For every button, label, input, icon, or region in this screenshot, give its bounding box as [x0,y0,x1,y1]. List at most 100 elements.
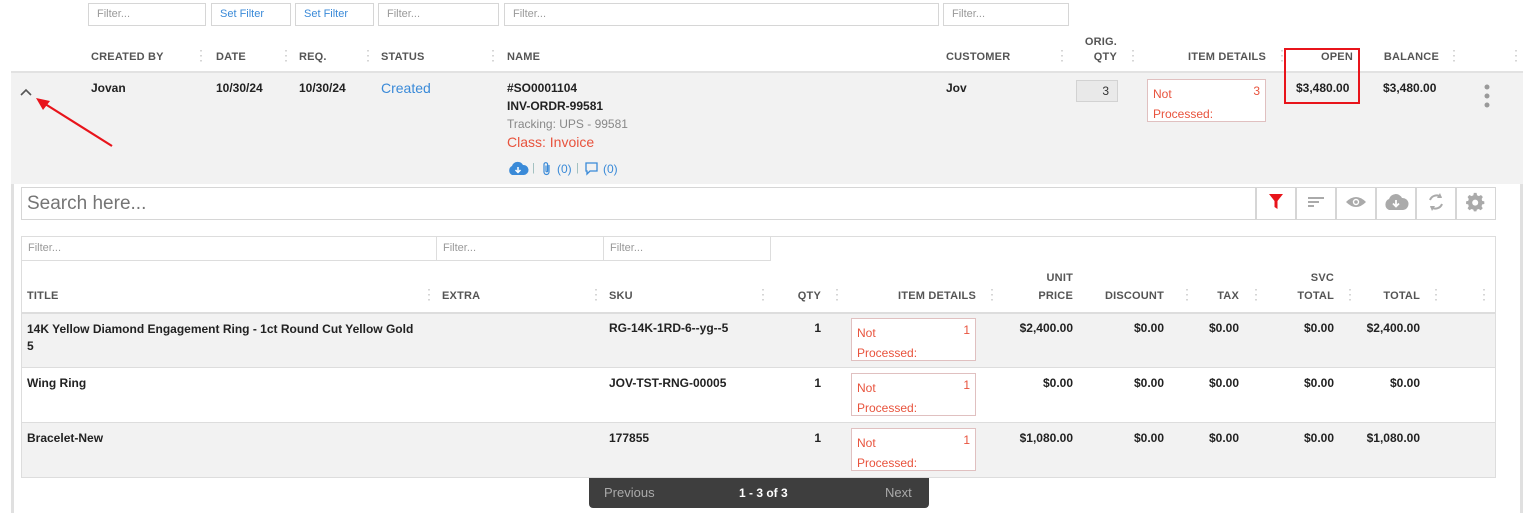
more-vertical-icon[interactable] [1482,83,1492,112]
filter-date[interactable]: Set Filter [211,3,291,26]
refresh-button[interactable] [1416,187,1456,220]
view-button[interactable] [1336,187,1376,220]
header-name[interactable]: NAME [507,51,540,63]
row-unit-price: $2,400.00 [1019,321,1073,335]
filter-name[interactable]: Filter... [504,3,939,26]
previous-button[interactable]: Previous [604,485,655,500]
column-resize-handle[interactable] [194,48,197,62]
header-svc-total-line2[interactable]: TOTAL [1280,290,1334,302]
item-details-count: 1 [963,433,970,447]
column-resize-handle[interactable] [422,287,425,301]
filter-status[interactable]: Filter... [378,3,499,26]
refresh-icon [1427,192,1445,215]
column-resize-handle[interactable] [1429,287,1432,301]
row-item-details[interactable]: Not Processed: 1 [851,373,976,416]
row-svc-total: $0.00 [1303,321,1334,335]
row-unit-price: $0.00 [1042,376,1073,390]
column-resize-handle[interactable] [1126,48,1129,62]
chevron-up-icon[interactable] [19,86,33,100]
header-item-details[interactable]: ITEM DETAILS [1180,51,1266,63]
row-title: Bracelet-New [27,431,104,445]
header-item-details[interactable]: ITEM DETAILS [880,290,976,302]
filter-button[interactable] [1256,187,1296,220]
header-orig-qty-line1[interactable]: ORIG. [1080,36,1117,48]
filter-title[interactable]: Filter... [22,237,437,261]
column-resize-handle[interactable] [486,48,489,62]
row-tax: $0.00 [1208,431,1239,445]
column-resize-handle[interactable] [361,48,364,62]
header-req[interactable]: REQ. [299,51,327,63]
header-status[interactable]: STATUS [381,51,425,63]
search-input[interactable] [21,187,1256,220]
header-customer[interactable]: CUSTOMER [946,51,1010,63]
header-unit-price-line1[interactable]: UNIT [1020,272,1073,284]
header-unit-price-line2[interactable]: PRICE [1020,290,1073,302]
header-balance[interactable]: BALANCE [1370,51,1439,63]
order-created-by: Jovan [91,81,126,95]
row-item-details[interactable]: Not Processed: 1 [851,428,976,471]
header-qty[interactable]: QTY [780,290,821,302]
filter-created-by[interactable]: Filter... [88,3,206,26]
column-resize-handle[interactable] [830,287,833,301]
attachments-count[interactable]: (0) [557,162,572,176]
red-arrow-annotation [34,96,116,153]
order-status[interactable]: Created [381,80,431,96]
column-resize-handle[interactable] [1249,287,1252,301]
column-resize-handle[interactable] [1447,48,1450,62]
column-resize-handle[interactable] [1509,48,1512,62]
comments-count[interactable]: (0) [603,162,618,176]
column-resize-handle[interactable] [1477,287,1480,301]
filter-req[interactable]: Set Filter [295,3,374,26]
column-resize-handle[interactable] [589,287,592,301]
column-resize-handle[interactable] [1343,287,1346,301]
header-orig-qty-line2[interactable]: QTY [1080,51,1117,63]
column-resize-handle[interactable] [1180,287,1183,301]
row-item-details[interactable]: Not Processed: 1 [851,318,976,361]
row-qty: 1 [814,431,821,445]
order-customer: Jov [946,81,967,95]
column-resize-handle[interactable] [985,287,988,301]
header-total[interactable]: TOTAL [1370,290,1420,302]
eye-icon [1345,195,1367,212]
item-details-count: 1 [963,323,970,337]
column-resize-handle[interactable] [1055,48,1058,62]
header-svc-total-line1[interactable]: SVC [1280,272,1334,284]
row-unit-price: $1,080.00 [1019,431,1073,445]
comment-icon[interactable] [584,161,599,179]
header-sku[interactable]: SKU [609,290,633,302]
open-highlight-annotation [1284,48,1360,104]
settings-button[interactable] [1456,187,1496,220]
row-title: Wing Ring [27,376,87,390]
order-tracking: Tracking: UPS - 99581 [507,117,628,131]
order-inv-number: INV-ORDR-99581 [507,99,604,113]
order-item-details[interactable]: Not Processed: 3 [1147,79,1266,122]
row-total: $2,400.00 [1366,321,1420,335]
header-tax[interactable]: TAX [1200,290,1239,302]
sort-icon [1307,195,1325,212]
column-resize-handle[interactable] [1275,48,1278,62]
filter-sku[interactable]: Filter... [604,237,771,261]
header-created-by[interactable]: CREATED BY [91,51,164,63]
item-details-count: 3 [1253,84,1260,98]
header-title[interactable]: TITLE [27,290,59,302]
order-date: 10/30/24 [216,81,263,95]
next-button[interactable]: Next [885,485,912,500]
divider: | [576,162,579,174]
header-extra[interactable]: EXTRA [442,290,480,302]
item-details-label: Not Processed: [857,326,918,360]
order-orig-qty: 3 [1076,80,1118,102]
order-so-number[interactable]: #SO0001104 [507,81,577,95]
download-button[interactable] [1376,187,1416,220]
filter-extra[interactable]: Filter... [437,237,604,261]
header-date[interactable]: DATE [216,51,246,63]
cloud-download-icon[interactable] [507,161,529,179]
filter-customer[interactable]: Filter... [943,3,1069,26]
column-resize-handle[interactable] [279,48,282,62]
order-req-date: 10/30/24 [299,81,346,95]
column-resize-handle[interactable] [756,287,759,301]
header-discount[interactable]: DISCOUNT [1090,290,1164,302]
page-range: 1 - 3 of 3 [739,486,788,500]
sort-button[interactable] [1296,187,1336,220]
row-total: $1,080.00 [1366,431,1420,445]
paperclip-icon[interactable] [541,161,553,179]
